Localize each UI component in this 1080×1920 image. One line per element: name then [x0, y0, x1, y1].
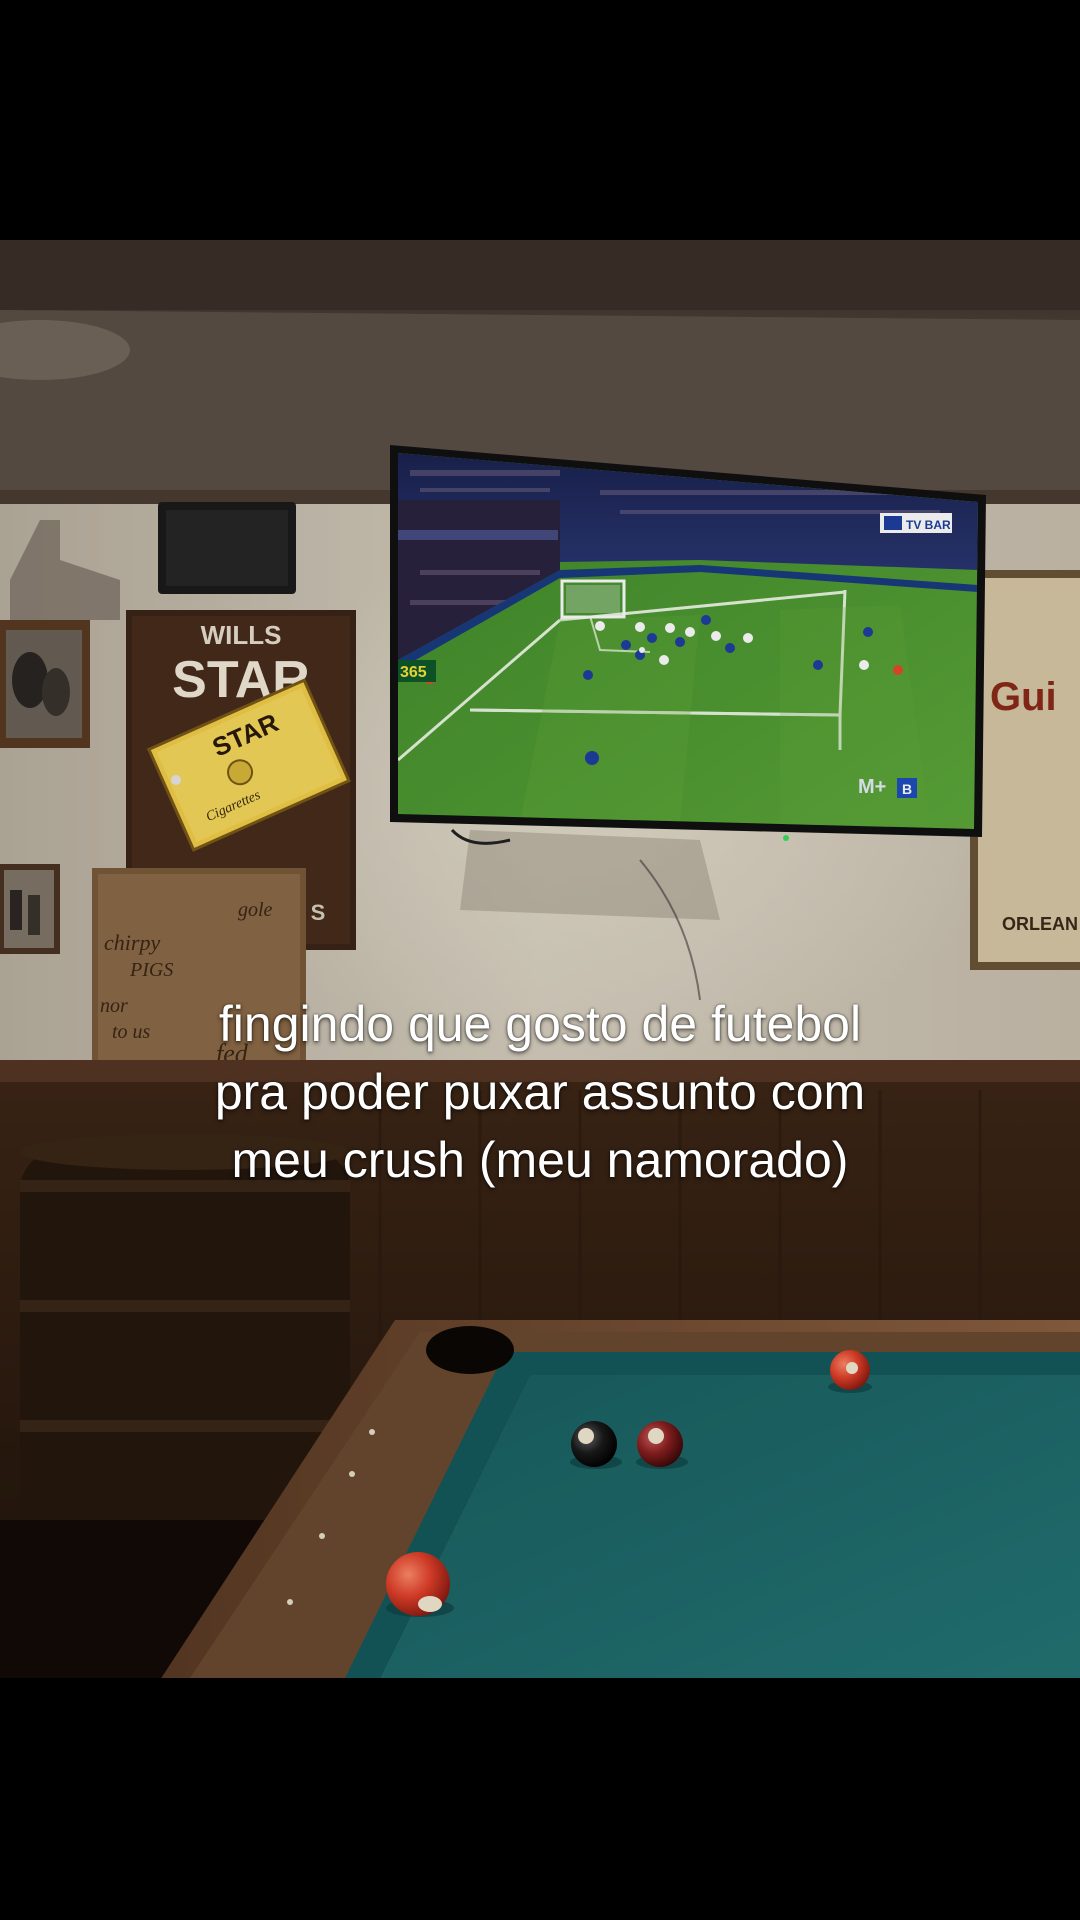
pub-scene-illustration: WILLS STAR STAR Cigarettes S chirpy PIGS… [0, 240, 1080, 1678]
caption-overlay: fingindo que gosto de futebol pra poder … [60, 990, 1020, 1194]
pub-photo: WILLS STAR STAR Cigarettes S chirpy PIGS… [0, 240, 1080, 1678]
caption-line-1: fingindo que gosto de futebol [218, 996, 862, 1052]
caption-line-2: pra poder puxar assunto com [214, 1064, 866, 1120]
video-frame: WILLS STAR STAR Cigarettes S chirpy PIGS… [0, 0, 1080, 1920]
caption-line-3: meu crush (meu namorado) [231, 1132, 849, 1188]
